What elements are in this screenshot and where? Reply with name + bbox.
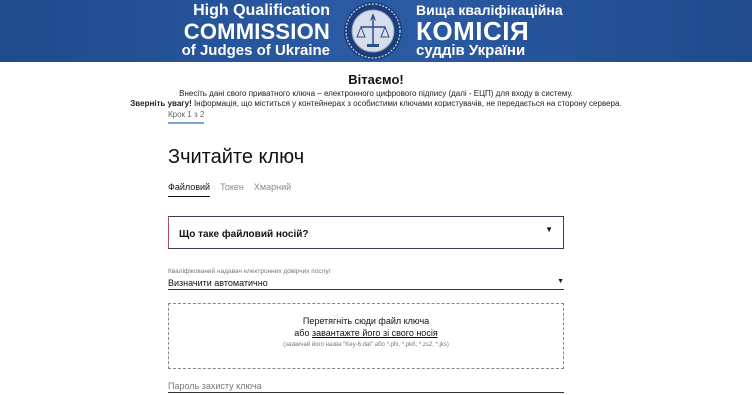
provider-label: Кваліфікований надавач електронних довір… <box>168 268 332 275</box>
key-type-tabs: Файловий Токен Хмарний <box>168 182 291 197</box>
provider-select[interactable]: Визначити автоматично ▼ <box>168 278 564 290</box>
key-file-dropzone[interactable]: Перетягніть сюди файл ключа або завантаж… <box>168 303 564 369</box>
file-carrier-accordion[interactable]: Що таке файловий носій? ▼ <box>168 216 564 249</box>
select-caret-icon: ▼ <box>557 278 564 285</box>
page-title: Зчитайте ключ <box>168 146 305 168</box>
notice-text: Інформація, що міститься у контейнерах з… <box>191 99 622 108</box>
tab-cloud[interactable]: Хмарний <box>254 182 291 197</box>
upload-link[interactable]: завантажте його зі свого носія <box>312 328 438 338</box>
dropzone-or: або <box>294 328 312 338</box>
step-indicator: Крок 1 з 2 <box>168 110 205 124</box>
dropzone-hint: (зазвичай його назва "Key-6.dat" або *.p… <box>283 342 449 348</box>
accordion-label: Що таке файловий носій? <box>179 229 309 240</box>
header-en-line1: High Qualification <box>193 2 330 19</box>
tab-token[interactable]: Токен <box>220 182 244 197</box>
password-placeholder: Пароль захисту ключа <box>168 381 262 391</box>
welcome-title: Вітаємо! <box>348 72 404 87</box>
tab-file[interactable]: Файловий <box>168 182 211 197</box>
welcome-instructions: Внесіть дані свого приватного ключа – ел… <box>179 89 573 98</box>
dropzone-upload-line: або завантажте його зі свого носія <box>169 328 563 338</box>
provider-selected-value: Визначити автоматично <box>168 278 268 288</box>
header-banner: High Qualification COMMISSION of Judges … <box>0 0 752 62</box>
header-ua-line3: суддів України <box>416 42 526 59</box>
caret-down-icon: ▼ <box>545 225 553 234</box>
notice-label: Зверніть увагу! <box>130 99 192 108</box>
commission-seal-icon <box>344 2 402 60</box>
welcome-notice: Зверніть увагу! Інформація, що міститься… <box>0 99 752 108</box>
key-password-field[interactable]: Пароль захисту ключа <box>168 379 564 393</box>
dropzone-instruction: Перетягніть сюди файл ключа <box>302 316 430 326</box>
header-en-line3: of Judges of Ukraine <box>181 42 330 59</box>
